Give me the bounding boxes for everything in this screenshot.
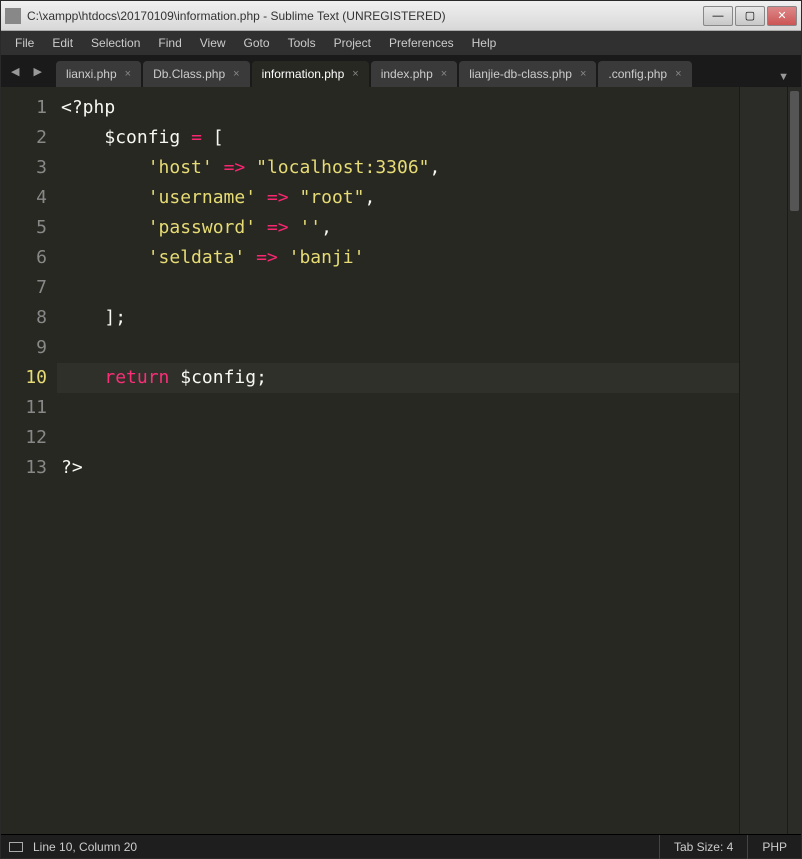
line-number: 13 [1,453,47,483]
syntax-selector[interactable]: PHP [747,835,801,859]
menu-help[interactable]: Help [464,33,505,53]
tabbar: ◀ ▶ lianxi.php × Db.Class.php × informat… [1,55,801,87]
menu-selection[interactable]: Selection [83,33,148,53]
code-line[interactable] [61,273,739,303]
tab-lianjie[interactable]: lianjie-db-class.php × [459,61,596,87]
close-icon[interactable]: × [125,68,131,80]
line-gutter: 12345678910111213 [1,87,57,834]
line-number: 8 [1,303,47,333]
menu-file[interactable]: File [7,33,42,53]
tab-next-icon[interactable]: ▶ [27,61,47,82]
line-number: 4 [1,183,47,213]
tab-information[interactable]: information.php × [252,61,369,87]
line-number: 12 [1,423,47,453]
cursor-position[interactable]: Line 10, Column 20 [33,840,137,854]
minimize-button[interactable]: — [703,6,733,26]
close-icon[interactable]: × [580,68,586,80]
tab-index[interactable]: index.php × [371,61,457,87]
window-controls: — ▢ ✕ [703,6,797,26]
code-editor[interactable]: <?php $config = [ 'host' => "localhost:3… [57,87,739,834]
code-line[interactable]: 'host' => "localhost:3306", [61,153,739,183]
line-number: 5 [1,213,47,243]
tab-lianxi[interactable]: lianxi.php × [56,61,141,87]
line-number: 11 [1,393,47,423]
statusbar-right: Tab Size: 4 PHP [659,835,801,859]
editor-area: 12345678910111213 <?php $config = [ 'hos… [1,87,801,834]
code-line[interactable]: ]; [61,303,739,333]
statusbar: Line 10, Column 20 Tab Size: 4 PHP [1,834,801,858]
close-icon[interactable]: × [675,68,681,80]
panel-switch-icon[interactable] [9,842,23,852]
tab-nav: ◀ ▶ [5,55,48,87]
scrollbar-thumb[interactable] [790,91,799,211]
close-icon[interactable]: × [441,68,447,80]
code-line[interactable]: $config = [ [61,123,739,153]
tab-label: Db.Class.php [153,67,225,81]
line-number: 3 [1,153,47,183]
line-number: 2 [1,123,47,153]
tab-label: .config.php [608,67,667,81]
line-number: 9 [1,333,47,363]
line-number: 10 [1,363,47,393]
tab-dbclass[interactable]: Db.Class.php × [143,61,249,87]
tab-overflow-icon[interactable]: ▼ [770,67,797,87]
code-line[interactable]: 'password' => '', [61,213,739,243]
tab-label: lianxi.php [66,67,117,81]
tab-config[interactable]: .config.php × [598,61,691,87]
app-icon [5,8,21,24]
code-line[interactable] [61,333,739,363]
menubar: File Edit Selection Find View Goto Tools… [1,31,801,55]
code-line[interactable]: ?> [61,453,739,483]
line-number: 1 [1,93,47,123]
menu-view[interactable]: View [192,33,234,53]
close-button[interactable]: ✕ [767,6,797,26]
menu-goto[interactable]: Goto [236,33,278,53]
maximize-button[interactable]: ▢ [735,6,765,26]
statusbar-left: Line 10, Column 20 [1,840,659,854]
vertical-scrollbar[interactable] [787,87,801,834]
titlebar[interactable]: C:\xampp\htdocs\20170109\information.php… [1,1,801,31]
code-line[interactable]: <?php [61,93,739,123]
tab-size-selector[interactable]: Tab Size: 4 [659,835,747,859]
window-title: C:\xampp\htdocs\20170109\information.php… [27,9,703,23]
code-line[interactable]: 'seldata' => 'banji' [61,243,739,273]
menu-project[interactable]: Project [326,33,379,53]
line-number: 7 [1,273,47,303]
menu-preferences[interactable]: Preferences [381,33,462,53]
minimap[interactable] [739,87,787,834]
tab-prev-icon[interactable]: ◀ [5,61,25,82]
menu-find[interactable]: Find [150,33,189,53]
tab-label: information.php [262,67,345,81]
tab-label: lianjie-db-class.php [469,67,572,81]
tab-label: index.php [381,67,433,81]
app-window: C:\xampp\htdocs\20170109\information.php… [0,0,802,859]
close-icon[interactable]: × [352,68,358,80]
menu-tools[interactable]: Tools [280,33,324,53]
code-line[interactable]: 'username' => "root", [61,183,739,213]
close-icon[interactable]: × [233,68,239,80]
code-line[interactable] [61,393,739,423]
code-line[interactable] [61,423,739,453]
menu-edit[interactable]: Edit [44,33,81,53]
line-number: 6 [1,243,47,273]
